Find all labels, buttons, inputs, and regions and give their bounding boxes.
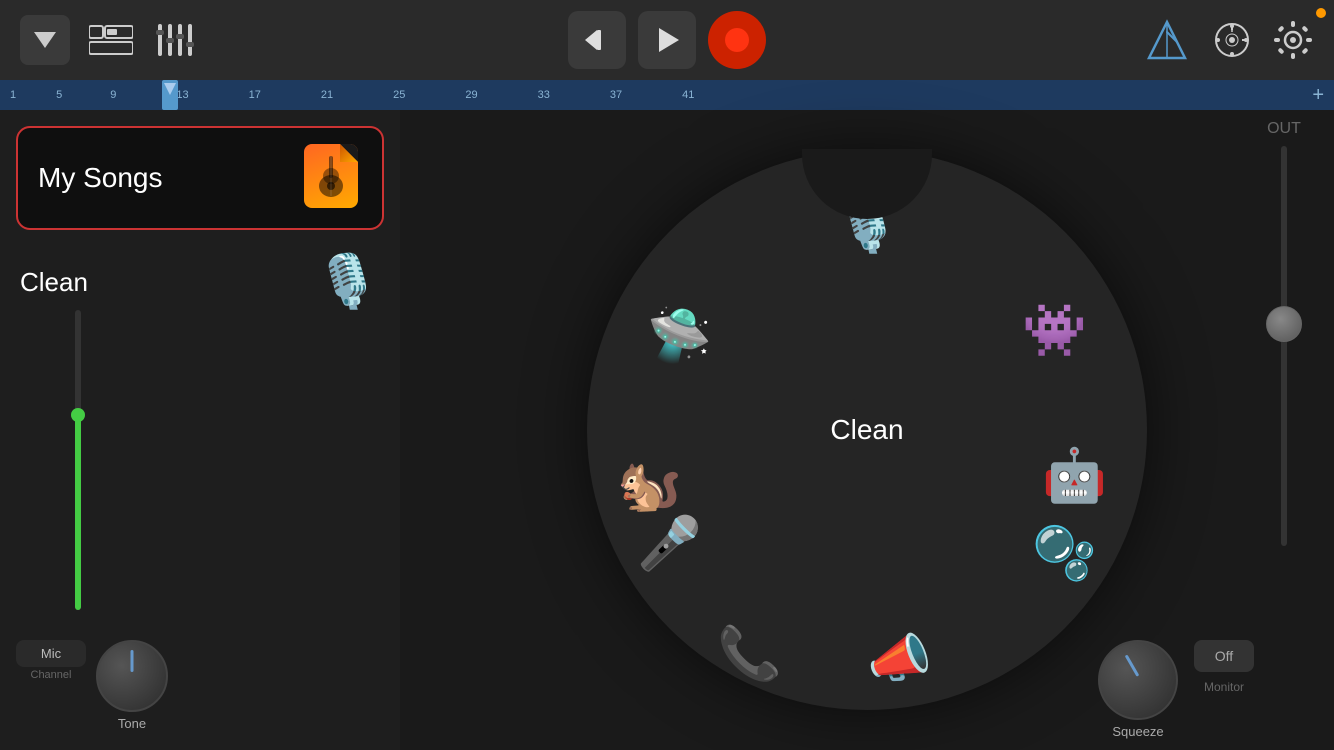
ruler-mark-17: 17 [249,89,261,101]
play-button[interactable] [638,11,696,69]
out-label: OUT [1267,120,1301,138]
ruler: 1 5 9 13 17 21 25 29 33 37 41 + [0,80,1334,110]
toolbar [0,0,1334,80]
volume-fill [75,415,81,610]
ruler-mark-9: 9 [110,89,116,101]
garageband-icon [304,144,362,212]
ruler-mark-29: 29 [465,89,477,101]
right-panel: OUT Clean 🎙️ 🛸 👾 🐿️ 🤖 🎤 🫧 [400,110,1334,750]
circle-item-robot[interactable]: 🤖 [1042,450,1107,502]
metronome-icon [1145,18,1189,62]
ruler-mark-37: 37 [610,89,622,101]
track-view-button[interactable] [86,15,136,65]
squeeze-control: Squeeze [1098,640,1178,739]
circle-item-bubbles[interactable]: 🫧 [1032,528,1097,580]
ruler-marks: 1 5 9 13 17 21 25 29 33 37 41 [10,89,1334,101]
left-panel: My Songs [0,110,400,750]
out-slider-track[interactable] [1281,146,1287,546]
circle-item-ufo[interactable]: 🛸 [647,310,712,362]
circle-item-telephone[interactable]: 📞 [717,628,782,680]
circle-item-microphone[interactable]: 🎤 [637,518,702,570]
track-mic-icon: 🎙️ [315,256,380,308]
main-area: My Songs [0,110,1334,750]
circle-notch [802,149,932,219]
off-button[interactable]: Off [1194,640,1254,672]
track-name: Clean [20,267,299,298]
mixer-icon [156,24,198,56]
ruler-add-button[interactable]: + [1312,84,1324,107]
track-view-icon [89,24,133,56]
squeeze-knob[interactable] [1098,640,1178,720]
my-songs-title: My Songs [38,162,163,194]
ruler-mark-13: 13 [176,89,188,101]
squeeze-knob-tick [1125,654,1140,676]
tone-label: Tone [118,716,146,731]
circle-selector[interactable]: Clean 🎙️ 🛸 👾 🐿️ 🤖 🎤 🫧 📞 📣 [587,150,1147,710]
ruler-mark-33: 33 [538,89,550,101]
dropdown-arrow-icon [34,32,56,48]
tone-knob-tick [131,650,134,672]
out-slider-thumb[interactable] [1266,306,1302,342]
bottom-controls: Mic Channel Tone [0,630,400,750]
mic-button[interactable]: Mic [16,640,86,667]
circle-center-label: Clean [830,414,903,446]
tempo-button[interactable] [1212,20,1252,60]
tempo-icon [1212,20,1252,60]
my-songs-button[interactable]: My Songs [16,126,384,230]
ruler-mark-25: 25 [393,89,405,101]
monitor-control: Off Monitor [1194,640,1254,694]
orange-dot [1316,8,1326,18]
mic-control: Mic Channel [16,640,86,681]
volume-thumb[interactable] [71,408,85,422]
rewind-icon [583,26,611,54]
metronome-button[interactable] [1142,15,1192,65]
dropdown-button[interactable] [20,15,70,65]
volume-slider[interactable] [68,310,88,610]
ruler-playhead[interactable] [162,80,178,110]
track-row: Clean 🎙️ [0,246,400,318]
squeeze-label: Squeeze [1112,724,1163,739]
mixer-button[interactable] [152,15,202,65]
settings-button[interactable] [1272,19,1314,61]
record-dot [725,28,749,52]
record-button[interactable] [708,11,766,69]
circle-item-squirrel[interactable]: 🐿️ [617,460,682,512]
ruler-mark-5: 5 [56,89,62,101]
circle-item-monster[interactable]: 👾 [1022,305,1087,357]
channel-label: Channel [31,669,72,681]
toolbar-center [568,11,766,69]
tone-knob[interactable] [96,640,168,712]
play-icon [653,26,681,54]
settings-icon [1272,19,1314,61]
toolbar-right [1142,15,1314,65]
ruler-mark-41: 41 [682,89,694,101]
toolbar-left [20,15,202,65]
ruler-mark-1: 1 [10,89,16,101]
bottom-right-controls: Squeeze Off Monitor [800,630,1334,750]
ruler-mark-21: 21 [321,89,333,101]
monitor-label: Monitor [1204,680,1244,694]
tone-control: Tone [96,640,168,731]
volume-track [75,310,81,610]
playhead-icon [164,83,176,95]
rewind-button[interactable] [568,11,626,69]
